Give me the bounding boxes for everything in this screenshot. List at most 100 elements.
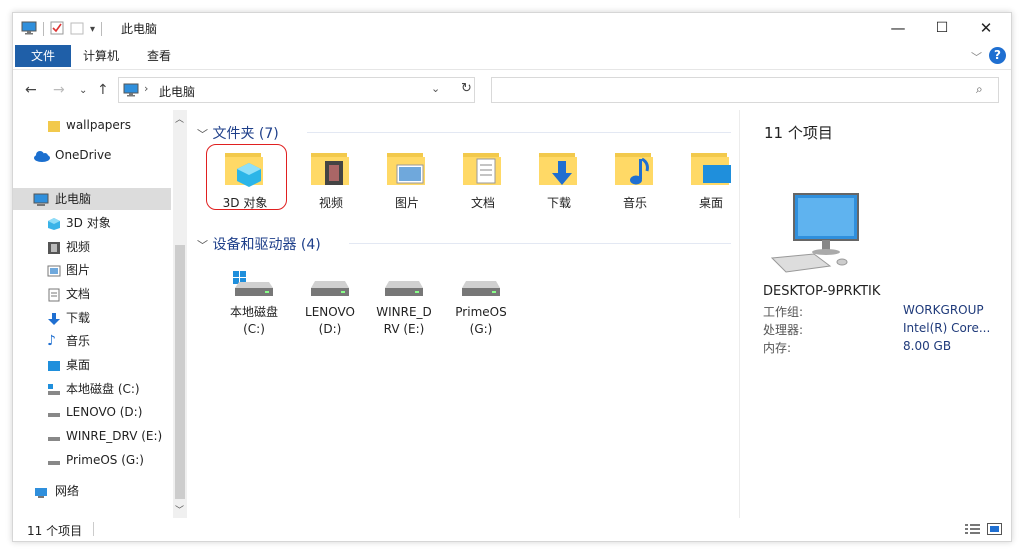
drive-letter: (G:) [469, 322, 493, 336]
drive-c[interactable]: 本地磁盘 (C:) [219, 270, 289, 340]
folder-downloads[interactable]: 下载 [521, 146, 597, 216]
folder-label: 桌面 [698, 196, 723, 210]
title-bar: ▾ 此电脑 — ☐ ✕ [13, 13, 1011, 43]
forward-arrow-icon[interactable]: → [53, 82, 65, 98]
sidebar-item-this-pc[interactable]: 此电脑 [13, 188, 171, 210]
address-dropdown-icon[interactable]: ⌄ [431, 82, 440, 95]
folder-3d-objects[interactable]: 3D 对象 [206, 144, 287, 216]
folder-music[interactable]: 音乐 [597, 146, 673, 216]
sidebar-item-onedrive[interactable]: OneDrive [13, 144, 171, 166]
drive-label: LENOVO (D:) [295, 304, 365, 338]
help-icon[interactable]: ? [989, 47, 1006, 64]
folders-group-header[interactable]: ﹀ 文件夹 (7) [197, 123, 279, 143]
drive-name: PrimeOS [455, 305, 507, 319]
sidebar-item-network[interactable]: 网络 [13, 480, 171, 502]
customize-toolbar-icon[interactable]: ▾ [90, 24, 95, 35]
folder-videos[interactable]: 视频 [293, 146, 369, 216]
documents-icon [47, 287, 63, 302]
sidebar-item-label: 此电脑 [55, 192, 92, 206]
folder-pictures[interactable]: 图片 [369, 146, 445, 216]
computer-icon [123, 83, 139, 100]
sidebar-item-drive-g[interactable]: PrimeOS (G:) [13, 449, 171, 471]
sidebar-item-label: 3D 对象 [66, 216, 111, 230]
highlight-ring [206, 144, 287, 210]
sidebar-item-drive-d[interactable]: LENOVO (D:) [13, 401, 171, 423]
up-arrow-icon[interactable]: ↑ [97, 82, 109, 98]
close-button[interactable]: ✕ [963, 13, 1009, 43]
sidebar-item-drive-e[interactable]: WINRE_DRV (E:) [13, 425, 171, 447]
sidebar-item-pictures[interactable]: 图片 [13, 259, 171, 281]
sidebar-scrollbar-thumb[interactable] [175, 245, 185, 499]
navigation-pane: wallpapers OneDrive 此电脑 3D 对象 视频 图片 文档 下… [13, 110, 187, 518]
desktop-icon [691, 153, 731, 185]
large-icons-view-icon[interactable] [987, 522, 1003, 539]
explorer-window: ▾ 此电脑 — ☐ ✕ 文件 计算机 查看 ﹀ ? ← → ⌄ ↑ › 此电脑 … [12, 12, 1012, 542]
details-pane: 11 个项目 DESKTOP-9PRKTIK 工作组: WORKGROUP 处理… [739, 110, 1011, 518]
search-icon: ⌕ [976, 82, 983, 96]
sidebar-item-label: 视频 [66, 240, 91, 254]
details-view-icon[interactable] [965, 523, 981, 538]
sidebar-item-desktop[interactable]: 桌面 [13, 354, 171, 376]
sidebar-item-label: 下载 [66, 311, 91, 325]
drive-e[interactable]: WINRE_D RV (E:) [369, 270, 439, 340]
music-icon [615, 153, 653, 185]
address-bar[interactable]: › 此电脑 ⌄ [118, 77, 475, 103]
status-divider [93, 522, 94, 536]
drive-icon [47, 405, 63, 419]
tab-view[interactable]: 查看 [133, 45, 185, 67]
separator [101, 22, 103, 36]
documents-icon [463, 153, 501, 185]
chevron-down-icon[interactable]: ﹀ [971, 49, 982, 65]
sidebar-item-music[interactable]: ♪ 音乐 [13, 330, 171, 352]
sidebar-item-wallpapers[interactable]: wallpapers [13, 114, 171, 136]
drive-name: LENOVO [305, 305, 355, 319]
search-input[interactable]: ⌕ [491, 77, 999, 103]
back-arrow-icon[interactable]: ← [25, 82, 37, 98]
drive-letter: (D:) [318, 322, 342, 336]
pictures-icon [387, 153, 425, 185]
folder-documents[interactable]: 文档 [445, 146, 521, 216]
download-icon [539, 153, 577, 185]
sidebar-item-downloads[interactable]: 下载 [13, 307, 171, 329]
ribbon-tabs: 文件 计算机 查看 ﹀ ? [13, 44, 1011, 70]
memory-value: 8.00 GB [903, 339, 952, 353]
sidebar-item-drive-c[interactable]: 本地磁盘 (C:) [13, 378, 171, 400]
system-drive-icon [233, 271, 273, 296]
processor-label: 处理器: [763, 323, 804, 337]
tab-file[interactable]: 文件 [15, 45, 71, 67]
computer-icon [33, 192, 49, 206]
folder-label: 音乐 [622, 196, 647, 210]
sidebar-item-label: PrimeOS (G:) [66, 453, 144, 467]
tab-computer[interactable]: 计算机 [69, 45, 133, 67]
recent-locations-icon[interactable]: ⌄ [79, 85, 87, 96]
video-icon [311, 153, 349, 185]
computer-name: DESKTOP-9PRKTIK [763, 284, 881, 299]
chevron-down-icon: ﹀ [197, 128, 208, 141]
folder-desktop[interactable]: 桌面 [673, 146, 749, 216]
refresh-icon[interactable]: ↻ [461, 81, 472, 96]
system-drive-icon [47, 382, 63, 396]
properties-icon[interactable] [50, 21, 64, 38]
sidebar-item-videos[interactable]: 视频 [13, 236, 171, 258]
breadcrumb-separator-icon[interactable]: › [144, 82, 148, 95]
refresh-button[interactable]: ↻ [461, 77, 489, 103]
minimize-button[interactable]: — [875, 13, 921, 43]
breadcrumb-item[interactable]: 此电脑 [159, 83, 195, 100]
scroll-down-icon[interactable]: ﹀ [175, 503, 184, 516]
drive-d[interactable]: LENOVO (D:) [295, 270, 365, 340]
drives-group-title: 设备和驱动器 (4) [212, 237, 321, 253]
group-divider [307, 132, 731, 133]
drive-name: 本地磁盘 [229, 305, 278, 319]
drive-label: 本地磁盘 (C:) [219, 304, 289, 338]
sidebar-item-documents[interactable]: 文档 [13, 283, 171, 305]
sidebar-item-3d-objects[interactable]: 3D 对象 [13, 212, 171, 234]
drive-g[interactable]: PrimeOS (G:) [446, 270, 516, 340]
download-icon [47, 311, 63, 325]
drive-letter: RV (E:) [383, 322, 425, 336]
scroll-up-icon[interactable]: ︿ [175, 112, 184, 125]
maximize-button[interactable]: ☐ [919, 13, 965, 43]
sidebar-item-label: 桌面 [66, 358, 91, 372]
drive-icon [47, 453, 63, 467]
new-folder-icon[interactable] [70, 21, 84, 38]
drives-group-header[interactable]: ﹀ 设备和驱动器 (4) [197, 234, 321, 254]
